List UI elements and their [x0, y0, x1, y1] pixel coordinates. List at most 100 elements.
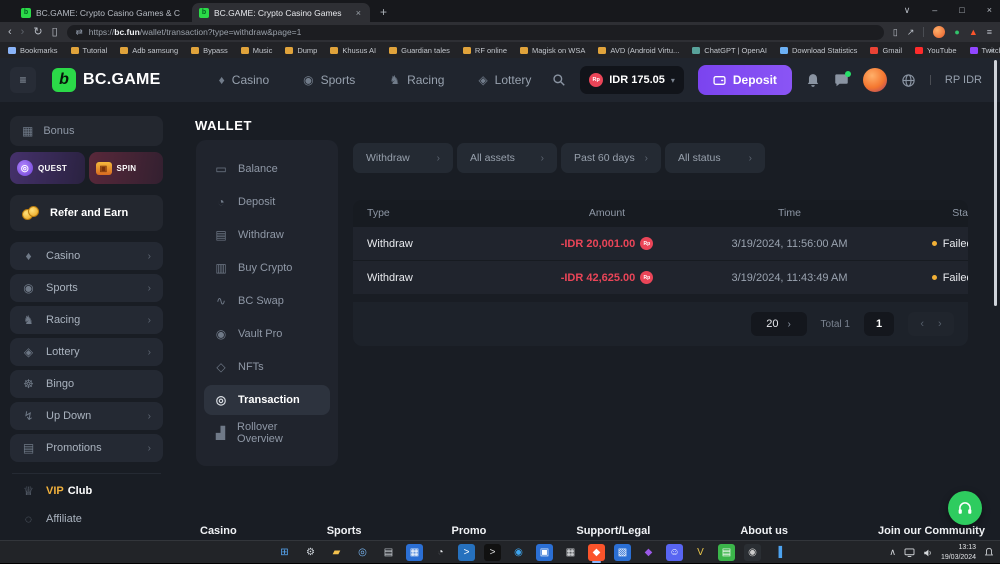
footer-column-title[interactable]: Join our Community — [878, 525, 985, 537]
filter-dropdown[interactable]: All assets › — [457, 143, 557, 173]
brave-rewards-icon[interactable]: ▲ — [969, 27, 978, 37]
bcgame-logo[interactable]: b BC.GAME — [52, 68, 161, 92]
restore-button[interactable]: □ — [959, 5, 964, 15]
browser-tab-2-active[interactable]: b BC.GAME: Crypto Casino Games × — [192, 3, 370, 22]
search-icon[interactable] — [552, 73, 566, 87]
user-avatar[interactable] — [863, 68, 887, 92]
brave-icon[interactable]: ◆ — [588, 544, 605, 561]
sidebar-menu-item[interactable]: ◉ Sports › — [10, 274, 163, 302]
sidebar-menu-item[interactable]: ☸ Bingo › — [10, 370, 163, 398]
browser-icon[interactable]: ◉ — [510, 544, 527, 561]
panel-icon[interactable]: ▐ — [770, 544, 787, 561]
nav-item[interactable]: ◉ Sports — [303, 73, 355, 87]
footer-column-title[interactable]: Support/Legal — [576, 525, 650, 537]
sidebar-menu-item[interactable]: ♞ Racing › — [10, 306, 163, 334]
clock[interactable]: 13:13 19/03/2024 — [941, 543, 976, 561]
bookmark-item[interactable]: Dump — [285, 46, 317, 55]
fiat-currency-label[interactable]: RP IDR — [945, 74, 982, 86]
bookmark-panel-icon[interactable]: ▯ — [52, 27, 58, 38]
powershell-icon[interactable]: > — [458, 544, 475, 561]
language-globe-icon[interactable] — [901, 73, 916, 88]
browser-tab-1[interactable]: b BC.GAME: Crypto Casino Games & C — [14, 3, 192, 22]
mail-icon[interactable]: ▣ — [536, 544, 553, 561]
wallet-nav-item[interactable]: ◉ Vault Pro — [204, 319, 330, 349]
terminal-icon[interactable]: > — [484, 544, 501, 561]
photos-icon[interactable]: ▧ — [614, 544, 631, 561]
page-scrollbar[interactable] — [994, 60, 997, 306]
volume-icon[interactable] — [923, 548, 933, 558]
tab-search-icon[interactable]: ∨ — [904, 5, 911, 16]
menu-icon[interactable]: ≡ — [987, 27, 992, 37]
balance-selector[interactable]: Rp IDR 175.05 ▾ — [580, 66, 684, 94]
sidebar-item-affiliate[interactable]: ◌ Affiliate — [10, 505, 163, 533]
notifications-bell-icon[interactable] — [806, 73, 820, 88]
bookmark-item[interactable]: Twitch — [970, 46, 1000, 55]
bonus-button[interactable]: ▦ Bonus — [10, 116, 163, 146]
bookmark-item[interactable]: Guardian tales — [389, 46, 450, 55]
wallet-nav-item[interactable]: ∿ BC Swap — [204, 286, 330, 316]
transaction-row[interactable]: Withdraw -IDR 42,625.00 Rp 3/19/2024, 11… — [353, 260, 968, 294]
settings-icon[interactable]: ⚙ — [302, 544, 319, 561]
tray-chevron-icon[interactable]: ∧ — [889, 547, 896, 558]
close-tab-icon[interactable]: × — [354, 8, 363, 18]
sidebar-toggle-button[interactable]: ≡ — [10, 67, 36, 93]
next-page-icon[interactable]: › — [938, 318, 942, 330]
nav-item[interactable]: ◈ Lottery — [478, 73, 531, 87]
bookmarks-overflow-icon[interactable]: » — [989, 45, 994, 55]
share-icon[interactable]: ↗ — [907, 27, 915, 38]
bookmark-item[interactable]: Bookmarks — [8, 46, 58, 55]
prev-page-icon[interactable]: ‹ — [920, 318, 924, 330]
brave-shields-icon[interactable]: ⇄ — [76, 27, 83, 38]
wallet-nav-item[interactable]: ◇ NFTs — [204, 352, 330, 382]
current-page[interactable]: 1 — [864, 312, 894, 336]
bookmark-item[interactable]: Magisk on WSA — [520, 46, 585, 55]
filter-dropdown[interactable]: All status › — [665, 143, 765, 173]
pen-icon[interactable]: V — [692, 544, 709, 561]
bookmark-item[interactable]: RF online — [463, 46, 507, 55]
footer-column-title[interactable]: About us — [740, 525, 788, 537]
nav-item[interactable]: ♞ Racing — [389, 73, 444, 87]
search-icon[interactable]: ◎ — [354, 544, 371, 561]
bookmark-item[interactable]: Adb samsung — [120, 46, 178, 55]
footer-column-title[interactable]: Casino — [200, 525, 237, 537]
refer-and-earn-button[interactable]: Refer and Earn — [10, 195, 163, 231]
close-button[interactable]: × — [987, 5, 992, 15]
live-support-button[interactable] — [948, 491, 982, 525]
chat-icon[interactable] — [834, 73, 849, 87]
wallet-nav-item[interactable]: ◎ Transaction — [204, 385, 330, 415]
filter-dropdown[interactable]: Withdraw › — [353, 143, 453, 173]
quest-button[interactable]: ◎ QUEST — [10, 152, 85, 184]
bookmark-item[interactable]: Gmail — [870, 46, 902, 55]
bookmark-item[interactable]: Khusus AI — [330, 46, 376, 55]
spin-button[interactable]: ▣ SPIN — [89, 152, 164, 184]
calendar-icon[interactable]: ▦ — [562, 544, 579, 561]
wallet-nav-item[interactable]: ▤ Withdraw — [204, 220, 330, 250]
bookmark-item[interactable]: AVD (Android Virtu... — [598, 46, 679, 55]
bookmark-item[interactable]: YouTube — [915, 46, 956, 55]
bookmark-item[interactable]: Tutorial — [71, 46, 108, 55]
explorer-icon[interactable]: ▰ — [328, 544, 345, 561]
minimize-button[interactable]: – — [932, 5, 937, 15]
sidebar-menu-item[interactable]: ♦ Casino › — [10, 242, 163, 270]
wallet-nav-item[interactable]: ▟ Rollover Overview — [204, 418, 330, 448]
forward-icon[interactable]: › — [21, 27, 25, 38]
discord-icon[interactable]: ☺ — [666, 544, 683, 561]
new-tab-button[interactable]: + — [380, 5, 387, 22]
reading-list-icon[interactable]: ▯ — [893, 27, 898, 38]
nav-item[interactable]: ♦ Casino — [219, 73, 269, 87]
deposit-button[interactable]: Deposit — [698, 65, 792, 95]
wallet-nav-item[interactable]: ◔ Deposit — [204, 187, 330, 217]
reload-icon[interactable]: ↻ — [33, 27, 42, 38]
url-bar[interactable]: ⇄ https://bc.fun/wallet/transaction?type… — [67, 25, 884, 40]
obs-icon[interactable]: ◉ — [744, 544, 761, 561]
display-icon[interactable] — [904, 548, 915, 557]
start-icon[interactable]: ⊞ — [276, 544, 293, 561]
docs-icon[interactable]: ▤ — [380, 544, 397, 561]
bookmark-item[interactable]: Bypass — [191, 46, 228, 55]
footer-column-title[interactable]: Promo — [452, 525, 487, 537]
wallet-nav-item[interactable]: ▥ Buy Crypto — [204, 253, 330, 283]
sidebar-menu-item[interactable]: ◈ Lottery › — [10, 338, 163, 366]
page-size-dropdown[interactable]: 20 › — [751, 312, 807, 336]
bookmark-item[interactable]: ChatGPT | OpenAI — [692, 46, 767, 55]
notepad-icon[interactable]: ▤ — [718, 544, 735, 561]
